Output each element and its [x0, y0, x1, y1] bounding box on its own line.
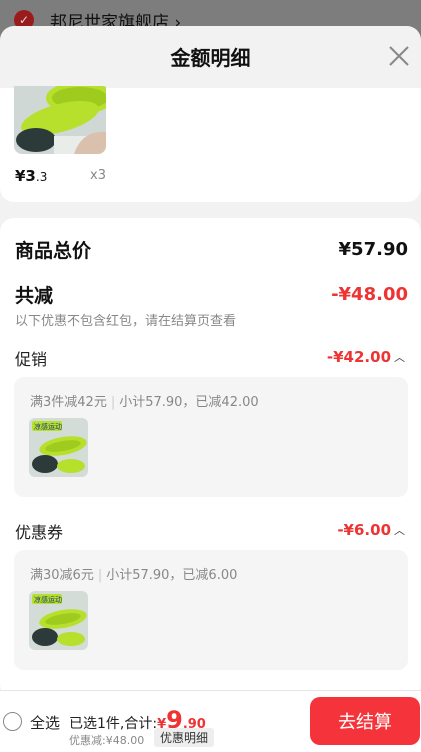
svg-text:凉感运动: 凉感运动 [34, 595, 62, 604]
total-price-label: 商品总价 [15, 240, 92, 262]
discount-detail-button[interactable]: 优惠明细 [154, 728, 215, 747]
coupon-detail-box: 满30减6元 | 小计57.90，已减6.00 凉感运动 [14, 550, 408, 670]
item-quantity: x3 [90, 168, 106, 183]
select-all-radio[interactable] [3, 712, 22, 731]
chevron-up-icon: ︿ [394, 351, 405, 364]
promotion-toggle[interactable]: -¥42.00 ︿ [327, 348, 405, 366]
close-button[interactable] [385, 42, 413, 70]
coupon-detail-text: 满30减6元 | 小计57.90，已减6.00 [30, 568, 238, 583]
insole-image: 凉感运动 [29, 591, 88, 650]
close-icon [389, 46, 409, 66]
promotion-value: -¥42.00 [326, 348, 391, 366]
amount-detail-sheet: 金额明细 ¥3.3 x3 商品总价 ¥57.90 共减 -¥48.00 以下优惠… [0, 26, 421, 752]
total-discount-value: -¥48.00 [331, 284, 408, 305]
promotion-label: 促销 [15, 350, 48, 369]
svg-text:凉感运动: 凉感运动 [34, 422, 62, 431]
product-thumbnail[interactable] [14, 86, 106, 154]
total-discount-label: 共减 [15, 285, 54, 307]
coupon-label: 优惠券 [15, 523, 64, 542]
amount-detail-card: 商品总价 ¥57.90 共减 -¥48.00 以下优惠不包含红包，请在结算页查看… [0, 218, 421, 698]
checkout-bar: 全选 已选1件,合计:¥9.90 优惠减:¥48.00 优惠明细 去结算 [0, 690, 421, 752]
sheet-header: 金额明细 [0, 26, 421, 86]
product-card: ¥3.3 x3 [0, 86, 421, 202]
insole-image: 凉感运动 [29, 418, 88, 477]
checkout-button[interactable]: 去结算 [310, 697, 420, 745]
total-price-value: ¥57.90 [338, 239, 408, 260]
discount-note: 以下优惠不包含红包，请在结算页查看 [15, 314, 237, 329]
discount-summary: 优惠减:¥48.00 [69, 734, 145, 747]
coupon-product-thumbnail[interactable]: 凉感运动 [29, 591, 88, 650]
promotion-detail-text: 满3件减42元 | 小计57.90，已减42.00 [30, 395, 259, 410]
promotion-detail-box: 满3件减42元 | 小计57.90，已减42.00 凉感运动 [14, 377, 408, 497]
insole-image [14, 86, 106, 154]
select-all-label[interactable]: 全选 [30, 712, 60, 733]
coupon-toggle[interactable]: -¥6.00 ︿ [337, 521, 405, 539]
coupon-value: -¥6.00 [337, 521, 391, 539]
sheet-title: 金额明细 [170, 45, 251, 70]
chevron-up-icon: ︿ [394, 524, 405, 537]
item-price: ¥3.3 [15, 167, 48, 185]
promotion-product-thumbnail[interactable]: 凉感运动 [29, 418, 88, 477]
